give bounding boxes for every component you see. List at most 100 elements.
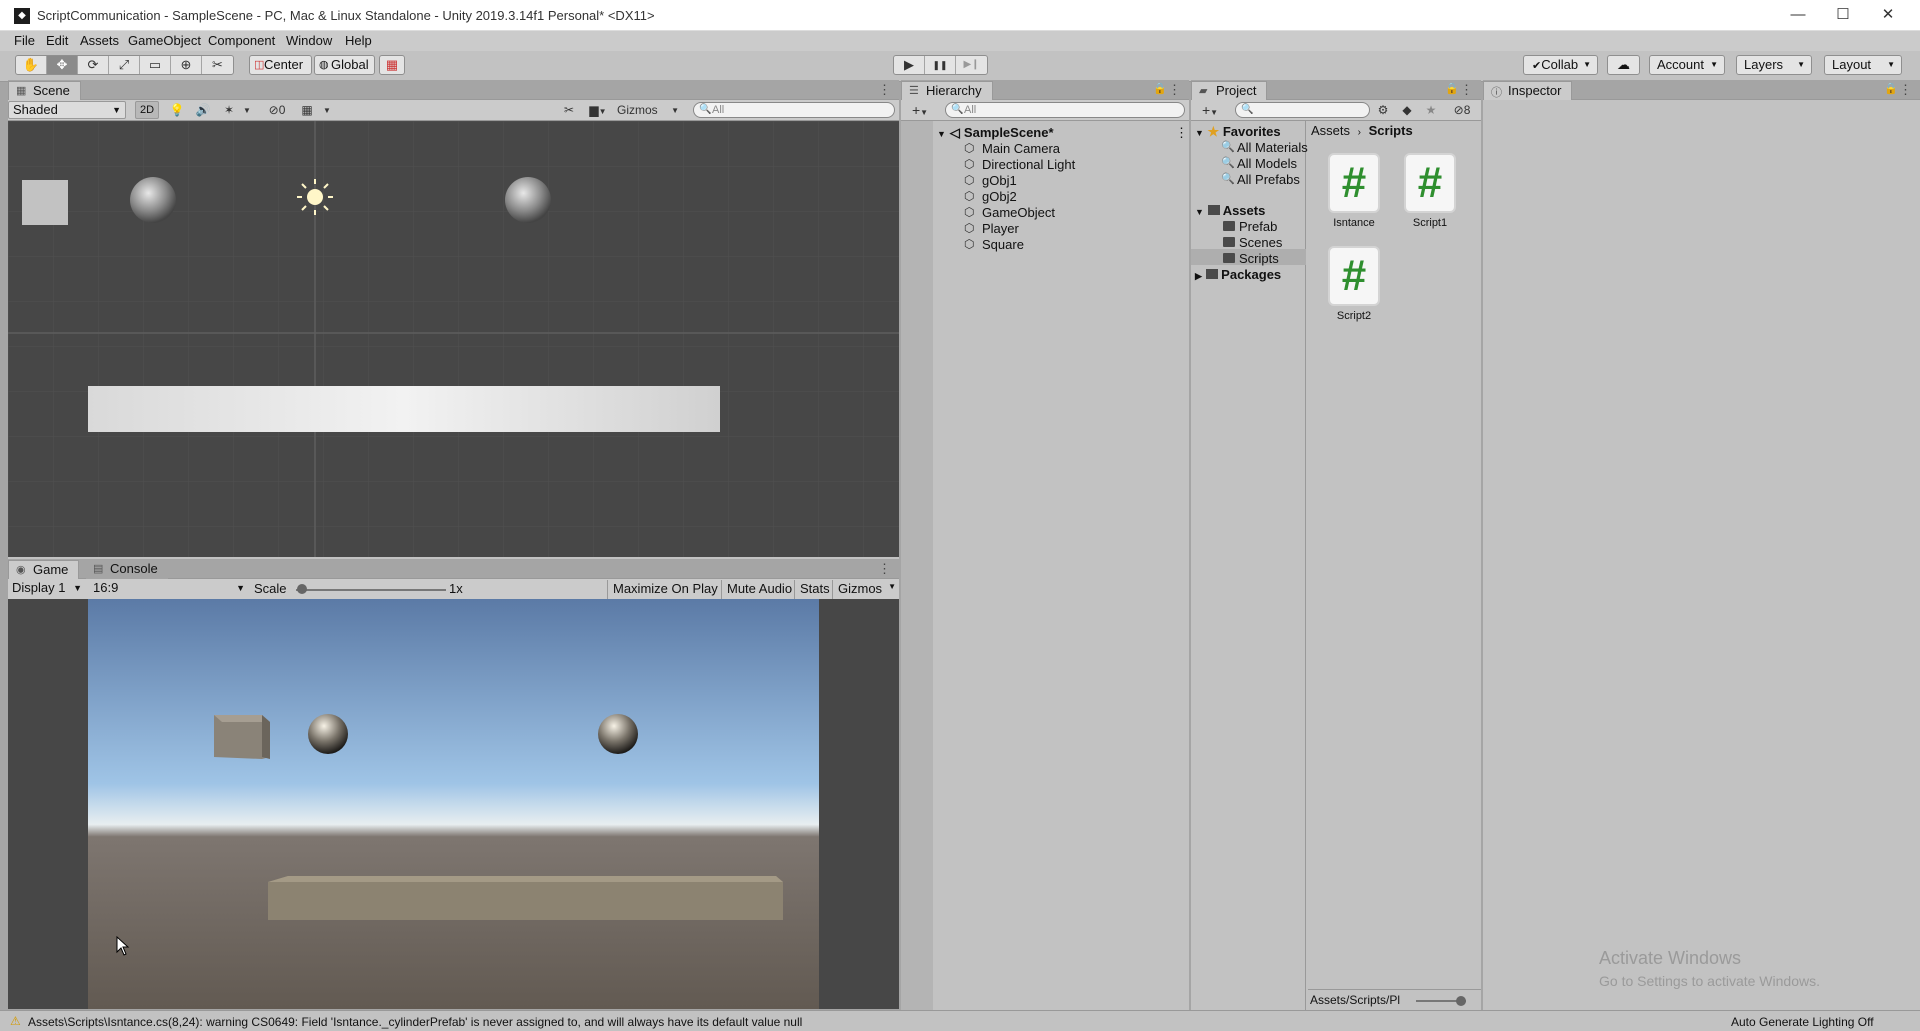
scale-tool-icon[interactable]: ⤢	[109, 56, 140, 74]
hand-tool-icon[interactable]: ✋	[16, 56, 47, 74]
tab-inspector[interactable]: ⓘ Inspector	[1483, 81, 1573, 100]
menu-help[interactable]: Help	[345, 33, 372, 48]
kebab-menu-icon[interactable]: ⋮	[1460, 82, 1473, 98]
favorites-group[interactable]: ▼ ★ Favorites	[1195, 124, 1281, 140]
chevron-down-icon[interactable]: ▼	[1195, 207, 1204, 217]
scale-slider[interactable]	[296, 589, 446, 591]
game-gizmos-dropdown[interactable]: Gizmos ▼	[832, 580, 899, 599]
hierarchy-search-input[interactable]: 🔍 All	[945, 102, 1185, 118]
custom-tool-icon[interactable]: ✂	[202, 56, 233, 74]
grid-toggle-icon[interactable]: ▦	[299, 102, 315, 119]
display-dropdown[interactable]: Display 1 ▼	[8, 580, 86, 598]
folder-scenes[interactable]: Scenes	[1223, 235, 1282, 250]
kebab-menu-icon[interactable]: ⋮	[1899, 82, 1912, 98]
hierarchy-item-gobj2[interactable]: ⬡ gObj2	[964, 189, 1017, 204]
hierarchy-item-player[interactable]: ⬡ Player	[964, 221, 1019, 236]
search-by-label-icon[interactable]: ◆	[1399, 102, 1415, 119]
lock-icon[interactable]: 🔒	[1153, 82, 1167, 95]
menu-edit[interactable]: Edit	[46, 33, 68, 48]
chevron-down-icon[interactable]: ▼	[937, 129, 946, 139]
gizmos-dropdown[interactable]: Gizmos ▼	[617, 102, 679, 119]
rect-tool-icon[interactable]: ▭	[140, 56, 171, 74]
tab-game[interactable]: ◉ Game	[8, 560, 80, 579]
pause-button[interactable]: ❚❚	[925, 56, 956, 74]
hierarchy-item-gameobject[interactable]: ⬡ GameObject	[964, 205, 1055, 220]
script-file-script1[interactable]: # Script1	[1398, 153, 1462, 229]
hierarchy-item-gobj1[interactable]: ⬡ gObj1	[964, 173, 1017, 188]
tab-console[interactable]: ▤ Console	[86, 560, 168, 579]
script-file-isntance[interactable]: # Isntance	[1322, 153, 1386, 229]
camera-dropdown[interactable]: ▆▼	[584, 102, 612, 119]
layout-dropdown[interactable]: Layout ▼	[1824, 55, 1902, 75]
console-warning-message[interactable]: Assets\Scripts\Isntance.cs(8,24): warnin…	[28, 1015, 802, 1029]
cloud-button[interactable]: ☁	[1607, 55, 1640, 75]
hierarchy-item-square[interactable]: ⬡ Square	[964, 237, 1024, 252]
hierarchy-item-main-camera[interactable]: ⬡ Main Camera	[964, 141, 1060, 156]
2d-toggle[interactable]: 2D	[135, 101, 159, 119]
effects-toggle-icon[interactable]: ✶	[220, 102, 238, 119]
platform-object[interactable]	[88, 386, 720, 432]
tools-icon[interactable]: ✂	[560, 102, 578, 119]
tab-hierarchy[interactable]: ☰ Hierarchy	[901, 81, 993, 100]
mute-audio-toggle[interactable]: Mute Audio	[721, 580, 797, 599]
maximize-on-play-toggle[interactable]: Maximize On Play	[607, 580, 723, 599]
menu-assets[interactable]: Assets	[80, 33, 119, 48]
breadcrumb-scripts[interactable]: Scripts	[1369, 123, 1413, 138]
favorite-star-icon[interactable]: ★	[1423, 102, 1439, 119]
lock-icon[interactable]: 🔒	[1445, 82, 1459, 95]
menu-gameobject[interactable]: GameObject	[128, 33, 201, 48]
sphere-object[interactable]	[130, 177, 176, 223]
icon-size-slider-handle[interactable]	[1456, 996, 1466, 1006]
chevron-down-icon[interactable]: ▼	[1195, 128, 1204, 138]
lighting-toggle-icon[interactable]: 💡	[168, 102, 186, 119]
kebab-menu-icon[interactable]: ⋮	[1168, 82, 1181, 98]
maximize-button[interactable]: ☐	[1823, 4, 1863, 26]
lighting-status[interactable]: Auto Generate Lighting Off	[1731, 1015, 1874, 1029]
folder-scripts[interactable]: Scripts	[1223, 251, 1279, 266]
pivot-mode-button[interactable]: ◫ Center	[249, 55, 312, 75]
chevron-right-icon[interactable]: ▶	[1195, 271, 1202, 281]
play-button[interactable]: ▶	[894, 56, 925, 74]
lock-icon[interactable]: 🔒	[1884, 82, 1898, 95]
scene-viewport[interactable]	[8, 121, 899, 557]
square-sprite[interactable]	[22, 180, 68, 225]
stats-toggle[interactable]: Stats	[794, 580, 835, 599]
folder-prefab[interactable]: Prefab	[1223, 219, 1277, 234]
shading-mode-dropdown[interactable]: Shaded ▼	[8, 101, 126, 119]
menu-component[interactable]: Component	[208, 33, 275, 48]
sphere-object[interactable]	[308, 714, 348, 754]
rotate-tool-icon[interactable]: ⟳	[78, 56, 109, 74]
search-by-type-icon[interactable]: ⚙	[1375, 102, 1391, 119]
chevron-down-icon[interactable]: ▼	[241, 102, 253, 119]
move-tool-icon[interactable]: ✥	[47, 56, 78, 74]
scale-slider-handle[interactable]	[297, 584, 307, 594]
grid-snap-icon[interactable]: ▦	[379, 55, 405, 75]
chevron-down-icon[interactable]: ▼	[321, 102, 333, 119]
aspect-dropdown[interactable]: 16:9 ▼	[89, 580, 249, 598]
collab-dropdown[interactable]: ✔Collab ▼	[1523, 55, 1598, 75]
sphere-object[interactable]	[505, 177, 551, 223]
sphere-object[interactable]	[598, 714, 638, 754]
favorite-all-prefabs[interactable]: 🔍 All Prefabs	[1221, 172, 1300, 187]
favorite-all-materials[interactable]: 🔍 All Materials	[1221, 140, 1308, 155]
hidden-packages-toggle[interactable]: ⊘8	[1448, 102, 1476, 119]
kebab-menu-icon[interactable]: ⋮	[1175, 125, 1188, 141]
kebab-menu-icon[interactable]: ⋮	[878, 82, 891, 98]
script-file-script2[interactable]: # Script2	[1322, 246, 1386, 322]
kebab-menu-icon[interactable]: ⋮	[878, 561, 891, 577]
menu-file[interactable]: File	[14, 33, 35, 48]
tab-project[interactable]: ▰ Project	[1191, 81, 1268, 100]
favorite-all-models[interactable]: 🔍 All Models	[1221, 156, 1297, 171]
transform-tool-icon[interactable]: ⊕	[171, 56, 202, 74]
hidden-objects-toggle[interactable]: ⊘0	[260, 102, 294, 119]
assets-group[interactable]: ▼ Assets	[1195, 203, 1265, 218]
minimize-button[interactable]: —	[1778, 4, 1818, 26]
project-search-input[interactable]: 🔍	[1235, 102, 1370, 118]
breadcrumb-assets[interactable]: Assets	[1311, 123, 1350, 138]
cube-object[interactable]	[214, 715, 270, 759]
scene-search-input[interactable]: 🔍 All	[693, 102, 895, 118]
create-dropdown[interactable]: +▼	[1197, 102, 1223, 119]
audio-toggle-icon[interactable]: 🔊	[194, 102, 212, 119]
close-button[interactable]: ✕	[1868, 4, 1908, 26]
packages-group[interactable]: ▶ Packages	[1195, 267, 1281, 282]
